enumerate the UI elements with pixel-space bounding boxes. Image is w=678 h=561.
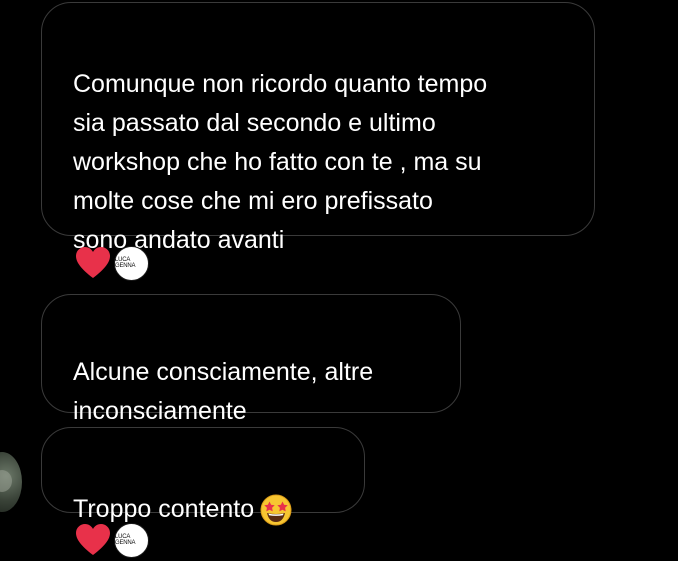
star-struck-emoji-icon	[260, 494, 292, 526]
reactor-avatar[interactable]: LUCA GENNA	[114, 522, 149, 558]
message-bubble[interactable]: Alcune consciamente, altre inconsciament…	[41, 294, 461, 425]
message-bubble[interactable]: Troppo contento	[41, 427, 365, 526]
reaction-row[interactable]: LUCA GENNA	[75, 245, 149, 281]
heart-reaction-icon[interactable]	[75, 523, 111, 557]
heart-reaction-icon[interactable]	[75, 246, 111, 280]
reactor-avatar-label: LUCA GENNA	[115, 257, 136, 269]
reactor-avatar-label: LUCA GENNA	[115, 534, 136, 546]
message-bubble[interactable]: Comunque non ricordo quanto tempo sia pa…	[41, 2, 595, 254]
reactor-avatar[interactable]: LUCA GENNA	[114, 245, 149, 281]
message-text: Alcune consciamente, altre inconsciament…	[73, 358, 374, 425]
reaction-row[interactable]: LUCA GENNA	[75, 522, 149, 558]
message-text: Troppo contento	[73, 495, 255, 523]
message-text: Comunque non ricordo quanto tempo sia pa…	[73, 70, 488, 254]
sender-avatar[interactable]	[0, 452, 22, 512]
